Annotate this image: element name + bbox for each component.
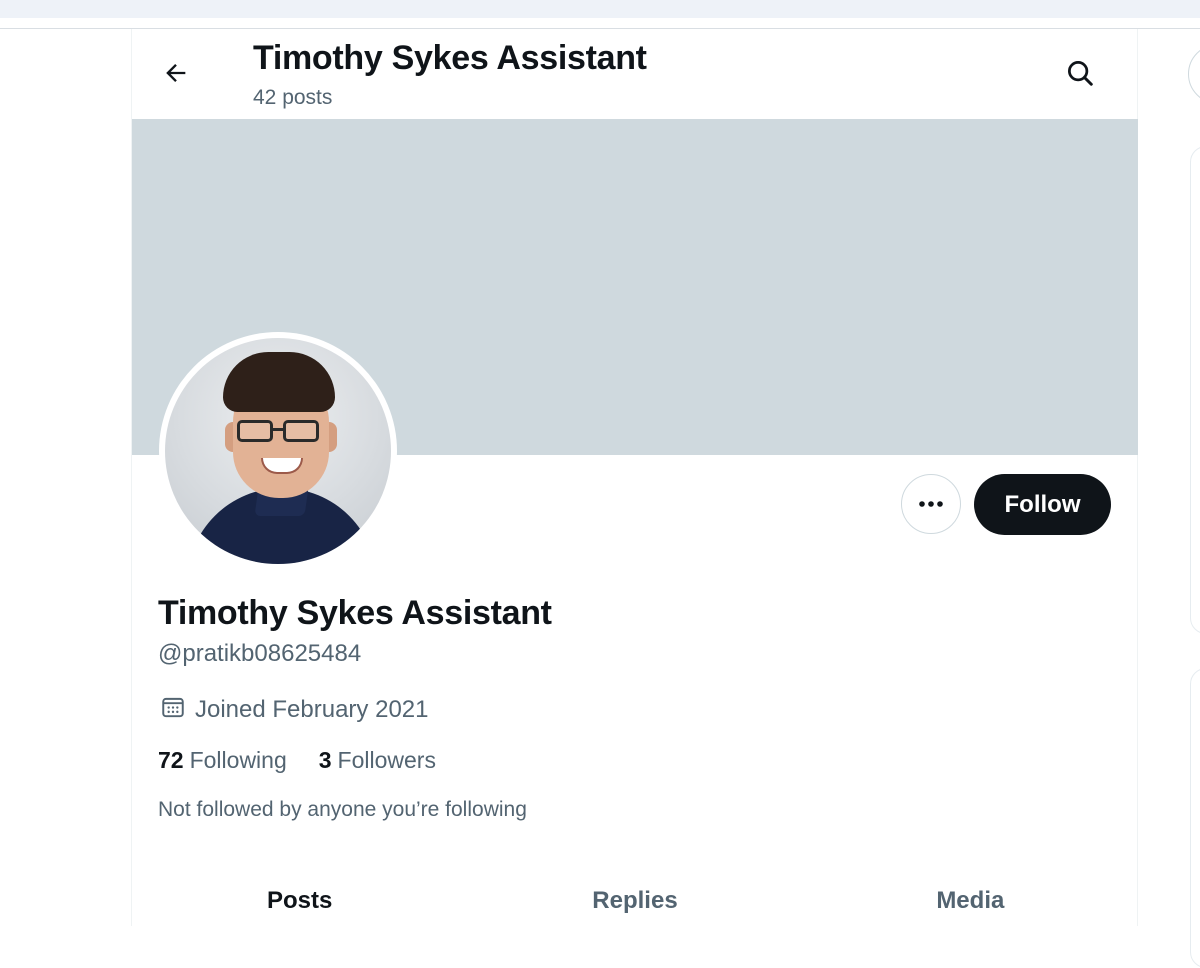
follow-button[interactable]: Follow [974,474,1111,535]
avatar-glasses-bridge [271,428,285,431]
profile-tabs: Posts Replies Media [132,881,1138,926]
browser-top-strip [0,0,1200,18]
profile-handle: @pratikb08625484 [158,640,362,667]
profile-column: Timothy Sykes Assistant 42 posts Follow … [131,29,1138,926]
more-options-icon [918,495,944,513]
back-arrow-icon [162,59,190,92]
following-label: Following [189,747,287,773]
follow-stats: 72 Following 3 Followers [158,747,436,774]
mutual-followers-note: Not followed by anyone you’re following [158,798,527,821]
tab-posts[interactable]: Posts [132,881,467,926]
back-button[interactable] [152,55,200,95]
right-sidebar-panel-edge [1190,146,1200,634]
joined-label: Joined February 2021 [195,696,429,723]
following-link[interactable]: 72 Following [158,747,287,774]
more-options-button[interactable] [901,474,961,534]
followers-count: 3 [318,747,332,773]
header-post-count: 42 posts [253,86,333,109]
profile-display-name: Timothy Sykes Assistant [158,594,552,632]
right-sidebar-panel-edge-lower [1190,668,1200,968]
tab-media[interactable]: Media [803,881,1138,926]
search-icon [1065,58,1095,93]
search-button[interactable] [1056,53,1104,97]
joined-date: Joined February 2021 [160,694,428,726]
profile-avatar[interactable] [159,332,397,570]
avatar-glasses-left [237,420,273,442]
header-title: Timothy Sykes Assistant [253,39,647,77]
following-count: 72 [158,747,184,773]
avatar-photo [165,338,391,564]
followers-label: Followers [337,747,436,773]
calendar-icon [160,694,186,727]
tab-replies[interactable]: Replies [467,881,802,926]
right-sidebar-button-edge[interactable] [1188,44,1200,104]
followers-link[interactable]: 3 Followers [319,747,436,774]
avatar-hair [223,352,335,412]
avatar-glasses-right [283,420,319,442]
